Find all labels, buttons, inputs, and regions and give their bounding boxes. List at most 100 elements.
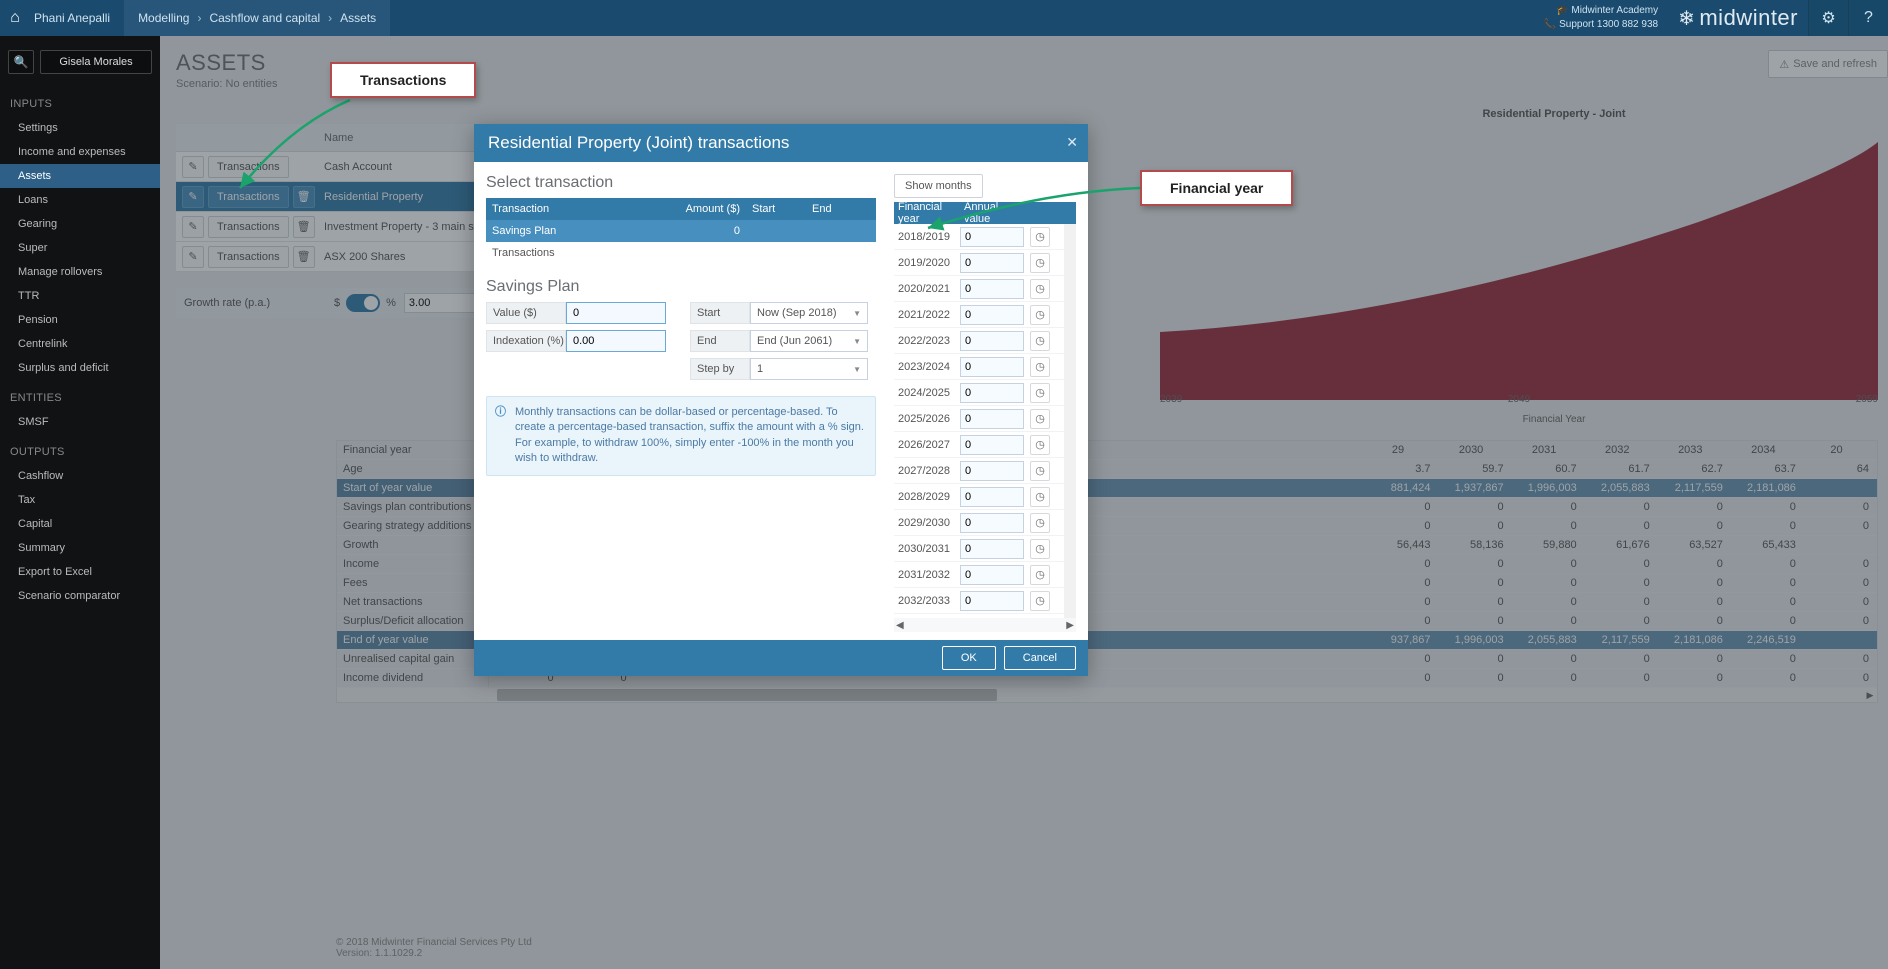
close-icon[interactable]: ✕ bbox=[1066, 134, 1078, 151]
step-select[interactable]: 1▼ bbox=[750, 358, 868, 380]
fy-row: 2020/2021 ◷ bbox=[894, 276, 1064, 302]
sidebar-item-surplus-and-deficit[interactable]: Surplus and deficit bbox=[0, 356, 160, 380]
end-select[interactable]: End (Jun 2061)▼ bbox=[750, 330, 868, 352]
edit-icon[interactable]: ✎ bbox=[182, 156, 204, 178]
trash-icon[interactable]: 🗑 bbox=[293, 216, 315, 238]
fy-scrollbar[interactable] bbox=[1064, 224, 1076, 374]
transaction-row[interactable]: Transactions bbox=[486, 242, 876, 264]
fy-value-input[interactable] bbox=[960, 383, 1024, 403]
fy-h-scrollbar[interactable]: ◀▶ bbox=[894, 618, 1076, 632]
sidebar-item-pension[interactable]: Pension bbox=[0, 308, 160, 332]
cancel-button[interactable]: Cancel bbox=[1004, 646, 1076, 670]
fy-value-input[interactable] bbox=[960, 435, 1024, 455]
clock-icon[interactable]: ◷ bbox=[1030, 305, 1050, 325]
savings-plan-title: Savings Plan bbox=[486, 278, 876, 296]
sidebar-item-ttr[interactable]: TTR bbox=[0, 284, 160, 308]
trash-icon[interactable]: 🗑 bbox=[293, 246, 315, 268]
sidebar-item-settings[interactable]: Settings bbox=[0, 116, 160, 140]
clock-icon[interactable]: ◷ bbox=[1030, 383, 1050, 403]
sidebar-item-manage-rollovers[interactable]: Manage rollovers bbox=[0, 260, 160, 284]
clock-icon[interactable]: ◷ bbox=[1030, 565, 1050, 585]
start-select[interactable]: Now (Sep 2018)▼ bbox=[750, 302, 868, 324]
fy-value-input[interactable] bbox=[960, 253, 1024, 273]
clock-icon[interactable]: ◷ bbox=[1030, 539, 1050, 559]
fy-row: 2019/2020 ◷ bbox=[894, 250, 1064, 276]
fy-row: 2018/2019 ◷ bbox=[894, 224, 1064, 250]
trash-icon[interactable]: 🗑 bbox=[293, 186, 315, 208]
transactions-button[interactable]: Transactions bbox=[208, 186, 289, 208]
clock-icon[interactable]: ◷ bbox=[1030, 487, 1050, 507]
indexation-input[interactable] bbox=[566, 330, 666, 352]
crumb-2[interactable]: Assets bbox=[340, 11, 376, 25]
show-months-button[interactable]: Show months bbox=[894, 174, 983, 198]
sidebar-item-super[interactable]: Super bbox=[0, 236, 160, 260]
sidebar-item-scenario-comparator[interactable]: Scenario comparator bbox=[0, 584, 160, 608]
edit-icon[interactable]: ✎ bbox=[182, 246, 204, 268]
fy-value-input[interactable] bbox=[960, 487, 1024, 507]
fy-value-input[interactable] bbox=[960, 227, 1024, 247]
sidebar-item-tax[interactable]: Tax bbox=[0, 488, 160, 512]
sidebar-item-centrelink[interactable]: Centrelink bbox=[0, 332, 160, 356]
fy-value-input[interactable] bbox=[960, 539, 1024, 559]
clock-icon[interactable]: ◷ bbox=[1030, 331, 1050, 351]
growth-rate-input[interactable] bbox=[404, 293, 484, 313]
crumb-0[interactable]: Modelling bbox=[138, 11, 189, 25]
transactions-button[interactable]: Transactions bbox=[208, 216, 289, 238]
fy-value-input[interactable] bbox=[960, 591, 1024, 611]
sidebar-item-cashflow[interactable]: Cashflow bbox=[0, 464, 160, 488]
sidebar-item-assets[interactable]: Assets bbox=[0, 164, 160, 188]
clock-icon[interactable]: ◷ bbox=[1030, 253, 1050, 273]
fy-value-input[interactable] bbox=[960, 409, 1024, 429]
transaction-row[interactable]: Savings Plan0 bbox=[486, 220, 876, 242]
client-name[interactable]: Gisela Morales bbox=[40, 50, 152, 74]
sidebar-item-capital[interactable]: Capital bbox=[0, 512, 160, 536]
search-icon[interactable]: 🔍 bbox=[8, 50, 34, 74]
footer: © 2018 Midwinter Financial Services Pty … bbox=[336, 937, 532, 959]
clock-icon[interactable]: ◷ bbox=[1030, 279, 1050, 299]
save-refresh-button[interactable]: ⚠ Save and refresh bbox=[1768, 50, 1888, 78]
info-note: ⓘ Monthly transactions can be dollar-bas… bbox=[486, 396, 876, 476]
clock-icon[interactable]: ◷ bbox=[1030, 227, 1050, 247]
table-h-scrollbar[interactable]: ◀ ▶ bbox=[337, 688, 1877, 702]
clock-icon[interactable]: ◷ bbox=[1030, 435, 1050, 455]
edit-icon[interactable]: ✎ bbox=[182, 186, 204, 208]
clock-icon[interactable]: ◷ bbox=[1030, 513, 1050, 533]
fy-value-input[interactable] bbox=[960, 461, 1024, 481]
fy-row: 2024/2025 ◷ bbox=[894, 380, 1064, 406]
fy-row: 2031/2032 ◷ bbox=[894, 562, 1064, 588]
fy-value-input[interactable] bbox=[960, 331, 1024, 351]
home-icon[interactable]: ⌂ bbox=[0, 9, 30, 27]
sidebar-item-summary[interactable]: Summary bbox=[0, 536, 160, 560]
sidebar-item-smsf[interactable]: SMSF bbox=[0, 410, 160, 434]
sidebar-item-loans[interactable]: Loans bbox=[0, 188, 160, 212]
transactions-button[interactable]: Transactions bbox=[208, 246, 289, 268]
fy-row: 2027/2028 ◷ bbox=[894, 458, 1064, 484]
fy-value-input[interactable] bbox=[960, 305, 1024, 325]
fy-value-input[interactable] bbox=[960, 357, 1024, 377]
clock-icon[interactable]: ◷ bbox=[1030, 591, 1050, 611]
fy-value-input[interactable] bbox=[960, 513, 1024, 533]
growth-toggle[interactable] bbox=[346, 294, 380, 312]
top-user-name[interactable]: Phani Anepalli bbox=[30, 11, 124, 25]
crumb-1[interactable]: Cashflow and capital bbox=[209, 11, 320, 25]
value-input[interactable] bbox=[566, 302, 666, 324]
gear-icon[interactable]: ⚙ bbox=[1808, 0, 1848, 36]
help-icon[interactable]: ? bbox=[1848, 0, 1888, 36]
transactions-button[interactable]: Transactions bbox=[208, 156, 289, 178]
fy-value-input[interactable] bbox=[960, 279, 1024, 299]
clock-icon[interactable]: ◷ bbox=[1030, 409, 1050, 429]
fy-row: 2021/2022 ◷ bbox=[894, 302, 1064, 328]
edit-icon[interactable]: ✎ bbox=[182, 216, 204, 238]
fy-row: 2022/2023 ◷ bbox=[894, 328, 1064, 354]
callout-financial-year: Financial year bbox=[1140, 170, 1293, 206]
sidebar-item-gearing[interactable]: Gearing bbox=[0, 212, 160, 236]
sidebar-item-income-and-expenses[interactable]: Income and expenses bbox=[0, 140, 160, 164]
brand-logo: ❄midwinter bbox=[1668, 5, 1808, 31]
clock-icon[interactable]: ◷ bbox=[1030, 461, 1050, 481]
ok-button[interactable]: OK bbox=[942, 646, 996, 670]
support-info: 🎓 Midwinter Academy 📞 Support 1300 882 9… bbox=[1544, 4, 1668, 32]
fy-value-input[interactable] bbox=[960, 565, 1024, 585]
sidebar-item-export-to-excel[interactable]: Export to Excel bbox=[0, 560, 160, 584]
clock-icon[interactable]: ◷ bbox=[1030, 357, 1050, 377]
select-transaction-title: Select transaction bbox=[486, 174, 876, 192]
